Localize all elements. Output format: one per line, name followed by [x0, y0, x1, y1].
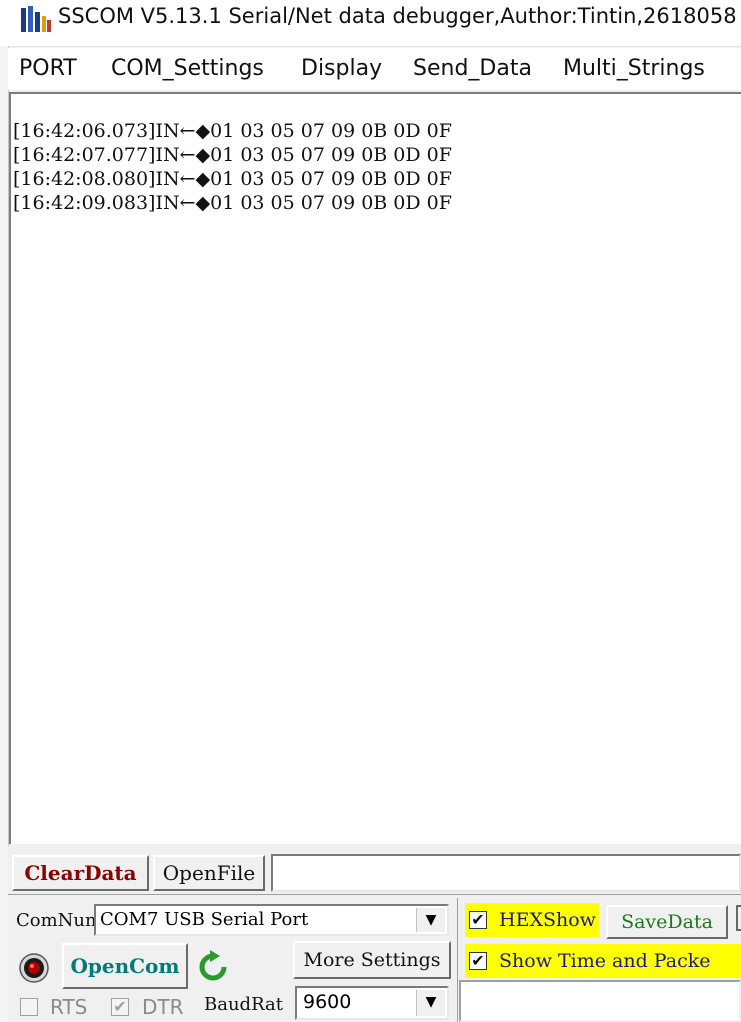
hex-show-label: HEXShow — [499, 909, 596, 931]
divider — [457, 898, 458, 1022]
chevron-down-icon[interactable]: ▼ — [416, 990, 445, 1016]
menu-display[interactable]: Display — [301, 56, 382, 81]
open-file-button[interactable]: OpenFile — [153, 855, 265, 891]
log-line: [16:42:09.083]IN←◆01 03 05 07 09 0B 0D 0… — [13, 192, 452, 214]
baud-rate-value: 9600 — [303, 991, 352, 1013]
rts-label: RTS — [50, 995, 88, 1019]
title-bar: SSCOM V5.13.1 Serial/Net data debugger,A… — [0, 0, 741, 47]
chevron-down-icon[interactable]: ▼ — [416, 908, 445, 932]
app-icon — [21, 6, 51, 32]
partial-button-edge — [736, 905, 741, 931]
com-port-value: COM7 USB Serial Port — [100, 909, 309, 930]
menu-multi-strings[interactable]: Multi_Strings — [563, 56, 705, 81]
com-port-select[interactable]: COM7 USB Serial Port ▼ — [94, 904, 449, 936]
menu-bar: PORT COM_Settings Display Send_Data Mult… — [8, 48, 741, 90]
log-line: [16:42:06.073]IN←◆01 03 05 07 09 0B 0D 0… — [13, 120, 452, 142]
divider — [8, 894, 741, 895]
port-status-indicator-icon — [19, 953, 49, 983]
dtr-checkbox[interactable]: ✔ — [111, 998, 129, 1016]
send-text-field[interactable] — [459, 980, 741, 1022]
window-title: SSCOM V5.13.1 Serial/Net data debugger,A… — [58, 4, 737, 28]
receive-log[interactable]: [16:42:06.073]IN←◆01 03 05 07 09 0B 0D 0… — [9, 92, 741, 844]
show-time-checkbox[interactable]: ✔ — [469, 952, 487, 970]
menu-port[interactable]: PORT — [19, 56, 77, 81]
com-num-label: ComNum — [16, 910, 103, 931]
show-time-label: Show Time and Packe — [499, 950, 711, 972]
hex-show-checkbox[interactable]: ✔ — [469, 911, 487, 929]
clear-data-button[interactable]: ClearData — [12, 855, 149, 891]
baud-rate-label: BaudRat — [204, 994, 284, 1015]
show-time-option[interactable]: ✔ Show Time and Packe — [465, 944, 741, 978]
rts-checkbox[interactable] — [20, 998, 38, 1016]
control-panel: ClearData OpenFile ComNum COM7 USB Seria… — [8, 846, 741, 1022]
save-data-button[interactable]: SaveData — [606, 905, 728, 939]
menu-com-settings[interactable]: COM_Settings — [111, 56, 264, 81]
hex-show-option[interactable]: ✔ HEXShow — [465, 903, 599, 937]
more-settings-button[interactable]: More Settings — [293, 941, 451, 979]
dtr-label: DTR — [142, 995, 184, 1019]
log-line: [16:42:07.077]IN←◆01 03 05 07 09 0B 0D 0… — [13, 144, 452, 166]
baud-rate-select[interactable]: 9600 ▼ — [295, 986, 449, 1020]
menu-send-data[interactable]: Send_Data — [413, 56, 532, 81]
refresh-icon[interactable] — [196, 950, 230, 984]
log-line: [16:42:08.080]IN←◆01 03 05 07 09 0B 0D 0… — [13, 168, 452, 190]
file-path-field[interactable] — [271, 854, 741, 892]
open-com-button[interactable]: OpenCom — [62, 943, 188, 989]
